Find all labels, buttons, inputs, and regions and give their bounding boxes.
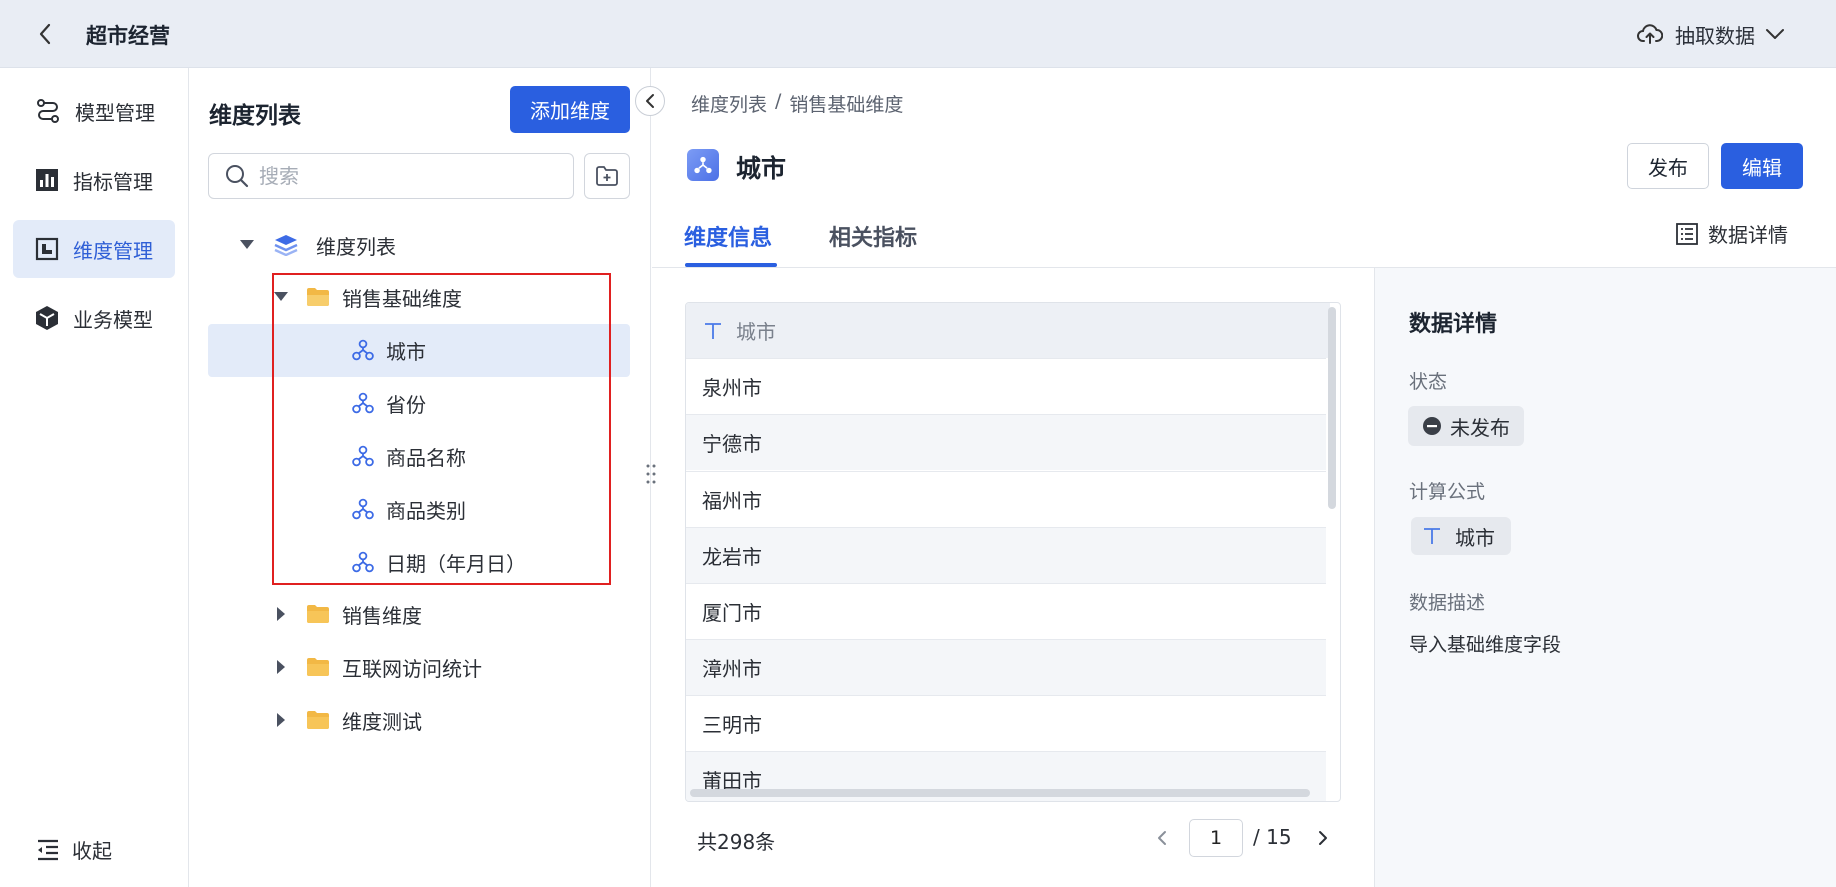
breadcrumb-item[interactable]: 维度列表 (691, 90, 767, 117)
nav-item-label: 指标管理 (73, 169, 153, 194)
tree-panel-title: 维度列表 (209, 103, 301, 129)
text-type-icon (1424, 528, 1440, 544)
description-label: 数据描述 (1409, 592, 1486, 614)
chevron-left-icon (1158, 831, 1166, 845)
caret-right-icon (274, 713, 288, 727)
folder-label: 维度测试 (342, 709, 422, 734)
next-page-button[interactable] (1311, 824, 1335, 852)
collapse-nav-button[interactable]: 收起 (36, 835, 112, 864)
publish-button[interactable]: 发布 (1627, 143, 1709, 189)
table-row: 宁德市 (686, 414, 1326, 470)
breadcrumb: 维度列表 / 销售基础维度 (691, 90, 903, 117)
vertical-scrollbar[interactable] (1328, 307, 1336, 509)
search-box (208, 153, 574, 199)
dimension-icon (35, 237, 59, 261)
collapse-icon (38, 839, 58, 860)
new-folder-button[interactable] (584, 153, 630, 199)
list-detail-icon (1676, 222, 1698, 245)
page-number-input[interactable] (1189, 819, 1243, 857)
tree-root[interactable]: 维度列表 (240, 219, 396, 271)
caret-right-icon (274, 660, 288, 674)
caret-right-icon (274, 607, 288, 621)
cloud-upload-icon (1637, 24, 1663, 44)
metrics-icon (36, 169, 58, 191)
fold-panel-button[interactable] (635, 86, 665, 116)
description-value: 导入基础维度字段 (1409, 634, 1562, 656)
tree-root-label: 维度列表 (316, 234, 396, 259)
back-button[interactable] (30, 18, 60, 50)
prev-page-button[interactable] (1150, 824, 1174, 852)
app-title: 超市经营 (86, 24, 170, 48)
total-count: 共298条 (697, 830, 776, 854)
tree-folder[interactable]: 维度测试 (274, 694, 422, 746)
tree-folder[interactable]: 销售维度 (274, 588, 422, 640)
edit-button[interactable]: 编辑 (1721, 143, 1803, 189)
side-nav: 模型管理 指标管理 维度管理 业务模型 (0, 68, 189, 887)
chevron-left-icon (39, 23, 51, 45)
chevron-right-icon (1319, 831, 1327, 845)
chevron-left-icon (646, 94, 654, 108)
tree-folder[interactable]: 互联网访问统计 (274, 641, 482, 693)
formula-value: 城市 (1455, 525, 1495, 550)
data-detail-panel (1374, 268, 1836, 887)
horizontal-scrollbar[interactable] (690, 789, 1310, 797)
search-icon (226, 165, 249, 188)
add-dimension-button[interactable]: 添加维度 (510, 86, 630, 133)
total-pages: / 15 (1253, 825, 1292, 849)
table-row: 福州市 (686, 471, 1326, 527)
table-header-label: 城市 (736, 320, 776, 344)
folder-icon (307, 658, 329, 676)
folder-label: 互联网访问统计 (342, 656, 482, 681)
tab-dimension-info[interactable]: 维度信息 (684, 220, 772, 252)
extract-data-dropdown[interactable]: 抽取数据 (1637, 18, 1785, 50)
model-icon (37, 99, 59, 123)
table-row: 龙岩市 (686, 527, 1326, 583)
folder-label: 销售维度 (342, 603, 422, 628)
data-detail-label: 数据详情 (1708, 223, 1788, 247)
nav-item-model[interactable]: 模型管理 (13, 82, 175, 140)
nav-item-label: 维度管理 (73, 238, 153, 263)
table-row: 泉州市 (686, 358, 1326, 414)
formula-label: 计算公式 (1409, 481, 1486, 503)
table-row: 三明市 (686, 695, 1326, 751)
tab-related-metrics[interactable]: 相关指标 (829, 220, 917, 252)
cube-icon (36, 306, 58, 330)
text-type-icon (705, 322, 721, 339)
breadcrumb-separator: / (775, 90, 782, 112)
table-row: 厦门市 (686, 583, 1326, 639)
collapse-label: 收起 (72, 839, 112, 863)
nav-item-business-model[interactable]: 业务模型 (13, 289, 175, 347)
minus-circle-icon (1423, 417, 1441, 435)
page-title: 城市 (736, 154, 787, 183)
data-detail-toggle[interactable]: 数据详情 (1676, 219, 1788, 248)
formula-badge: 城市 (1411, 517, 1511, 555)
highlight-annotation-box (272, 273, 611, 585)
folder-icon (307, 605, 329, 623)
layers-icon (274, 235, 298, 256)
nav-item-dimension[interactable]: 维度管理 (13, 220, 175, 278)
chevron-down-icon (1766, 29, 1784, 39)
add-folder-icon (596, 166, 618, 186)
extract-data-label: 抽取数据 (1675, 23, 1755, 48)
nav-item-metrics[interactable]: 指标管理 (13, 151, 175, 209)
dimension-title-icon (687, 149, 719, 181)
top-bar (0, 0, 1836, 68)
nav-item-label: 业务模型 (73, 307, 153, 332)
search-input[interactable] (259, 164, 559, 188)
data-preview-table: 城市 泉州市 宁德市 福州市 龙岩市 厦门市 漳州市 三明市 莆田市 (685, 302, 1341, 802)
status-label: 状态 (1409, 371, 1448, 393)
table-row: 漳州市 (686, 639, 1326, 695)
table-header: 城市 (686, 303, 1330, 358)
nav-item-label: 模型管理 (75, 100, 155, 125)
folder-icon (307, 711, 329, 729)
drag-handle-icon (646, 464, 656, 484)
breadcrumb-item[interactable]: 销售基础维度 (789, 90, 903, 117)
detail-panel-title: 数据详情 (1409, 312, 1498, 337)
status-value: 未发布 (1450, 415, 1510, 440)
caret-down-icon (240, 238, 254, 252)
panel-resize-handle[interactable] (645, 463, 657, 485)
status-badge: 未发布 (1408, 406, 1524, 446)
